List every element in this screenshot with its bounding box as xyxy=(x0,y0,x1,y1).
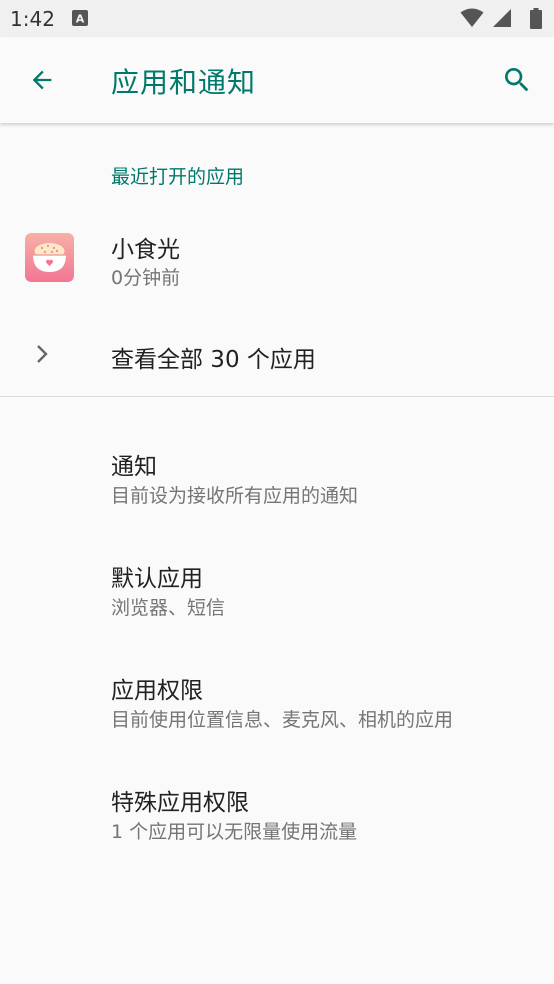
menu-item-summary: 目前设为接收所有应用的通知 xyxy=(111,485,359,507)
rice-bowl-app-icon xyxy=(25,233,74,282)
menu-item-title: 默认应用 xyxy=(111,566,203,592)
status-time: 1:42 xyxy=(10,7,55,31)
menu-item-title: 通知 xyxy=(111,454,157,480)
battery-icon xyxy=(530,8,542,29)
menu-item-title: 应用权限 xyxy=(111,678,203,704)
search-button[interactable] xyxy=(497,62,537,98)
app-bar: 应用和通知 xyxy=(0,37,554,123)
recent-apps-header: 最近打开的应用 xyxy=(111,166,245,188)
wifi-icon xyxy=(460,8,484,27)
menu-item-summary: 浏览器、短信 xyxy=(111,597,226,619)
menu-item-summary: 1 个应用可以无限量使用流量 xyxy=(111,821,358,843)
menu-item-summary: 目前使用位置信息、麦克风、相机的应用 xyxy=(111,709,454,731)
search-icon xyxy=(505,68,529,92)
menu-item-title: 特殊应用权限 xyxy=(111,790,249,816)
section-divider xyxy=(0,396,554,397)
signal-icon xyxy=(493,9,511,27)
a-notification-icon: A xyxy=(72,10,88,26)
menu-item-special-access[interactable]: 特殊应用权限 1 个应用可以无限量使用流量 xyxy=(0,766,554,866)
menu-item-default-apps[interactable]: 默认应用 浏览器、短信 xyxy=(0,542,554,642)
back-arrow-icon xyxy=(32,70,52,90)
page-title: 应用和通知 xyxy=(111,66,257,99)
chevron-right-icon xyxy=(37,345,48,363)
menu-item-notifications[interactable]: 通知 目前设为接收所有应用的通知 xyxy=(0,430,554,530)
app-last-used: 0分钟前 xyxy=(111,267,181,289)
menu-item-app-permissions[interactable]: 应用权限 目前使用位置信息、麦克风、相机的应用 xyxy=(0,654,554,754)
svg-text:A: A xyxy=(76,13,85,26)
recent-app-item[interactable]: 小食光 0分钟前 xyxy=(0,212,554,302)
see-all-apps-label: 查看全部 30 个应用 xyxy=(111,347,316,373)
see-all-apps-button[interactable]: 查看全部 30 个应用 xyxy=(0,312,554,396)
back-button[interactable] xyxy=(24,62,60,98)
status-bar: 1:42 A xyxy=(0,0,554,37)
app-name: 小食光 xyxy=(111,237,180,263)
